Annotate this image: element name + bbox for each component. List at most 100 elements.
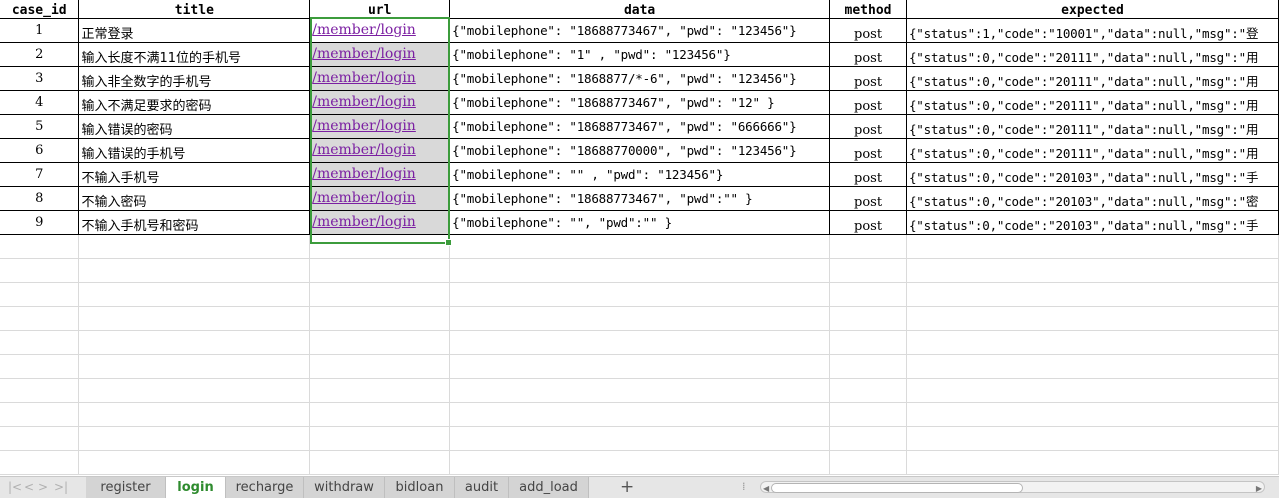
- data-cell[interactable]: {"mobilephone": "18688773467", "pwd": "1…: [449, 90, 831, 115]
- column-header-data[interactable]: data: [449, 0, 831, 19]
- first-sheet-icon[interactable]: |<: [8, 480, 22, 494]
- method-cell[interactable]: post: [829, 114, 907, 139]
- expected-cell[interactable]: {"status":0,"code":"20111","data":null,"…: [906, 66, 1279, 91]
- empty-cell[interactable]: [449, 426, 831, 451]
- title-cell[interactable]: 输入错误的密码: [78, 114, 311, 139]
- add-sheet-icon[interactable]: +: [620, 477, 634, 498]
- method-cell[interactable]: post: [829, 186, 907, 211]
- empty-cell[interactable]: [906, 378, 1279, 403]
- data-cell[interactable]: {"mobilephone": "1" , "pwd": "123456"}: [449, 42, 831, 67]
- empty-cell[interactable]: [309, 234, 451, 259]
- empty-cell[interactable]: [449, 378, 831, 403]
- data-cell[interactable]: {"mobilephone": "", "pwd":"" }: [449, 210, 831, 235]
- case-id-cell[interactable]: 5: [0, 114, 80, 139]
- empty-cell[interactable]: [0, 234, 80, 259]
- data-cell[interactable]: {"mobilephone": "1868877/*-6", "pwd": "1…: [449, 66, 831, 91]
- empty-cell[interactable]: [78, 450, 311, 475]
- empty-cell[interactable]: [309, 402, 451, 427]
- expected-cell[interactable]: {"status":0,"code":"20103","data":null,"…: [906, 186, 1279, 211]
- scrollbar-thumb[interactable]: [771, 483, 1023, 493]
- empty-cell[interactable]: [829, 450, 907, 475]
- method-cell[interactable]: post: [829, 210, 907, 235]
- data-cell[interactable]: {"mobilephone": "18688773467", "pwd": "1…: [449, 18, 831, 43]
- empty-cell[interactable]: [309, 258, 451, 283]
- sheet-tab-add-load[interactable]: add_load: [509, 477, 589, 498]
- url-cell[interactable]: /member/login: [309, 138, 451, 163]
- empty-cell[interactable]: [0, 354, 80, 379]
- empty-cell[interactable]: [309, 426, 451, 451]
- column-header-title[interactable]: title: [78, 0, 311, 19]
- method-cell[interactable]: post: [829, 90, 907, 115]
- url-cell[interactable]: /member/login: [309, 42, 451, 67]
- empty-cell[interactable]: [449, 306, 831, 331]
- sheet-tab-withdraw[interactable]: withdraw: [304, 477, 385, 498]
- method-cell[interactable]: post: [829, 162, 907, 187]
- empty-cell[interactable]: [0, 306, 80, 331]
- empty-cell[interactable]: [309, 450, 451, 475]
- data-cell[interactable]: {"mobilephone": "18688773467", "pwd":"" …: [449, 186, 831, 211]
- empty-cell[interactable]: [309, 330, 451, 355]
- title-cell[interactable]: 输入长度不满11位的手机号: [78, 42, 311, 67]
- data-cell[interactable]: {"mobilephone": "18688770000", "pwd": "1…: [449, 138, 831, 163]
- empty-cell[interactable]: [906, 354, 1279, 379]
- method-cell[interactable]: post: [829, 66, 907, 91]
- empty-cell[interactable]: [906, 282, 1279, 307]
- expected-cell[interactable]: {"status":1,"code":"10001","data":null,"…: [906, 18, 1279, 43]
- horizontal-scrollbar[interactable]: ◀ ▶: [760, 481, 1265, 493]
- scroll-left-icon[interactable]: ◀: [763, 484, 769, 493]
- empty-cell[interactable]: [906, 330, 1279, 355]
- empty-cell[interactable]: [829, 402, 907, 427]
- url-cell[interactable]: /member/login: [309, 114, 451, 139]
- expected-cell[interactable]: {"status":0,"code":"20111","data":null,"…: [906, 42, 1279, 67]
- splitter-icon[interactable]: ⁞: [742, 480, 746, 493]
- case-id-cell[interactable]: 7: [0, 162, 80, 187]
- case-id-cell[interactable]: 4: [0, 90, 80, 115]
- title-cell[interactable]: 输入非全数字的手机号: [78, 66, 311, 91]
- empty-cell[interactable]: [449, 258, 831, 283]
- empty-cell[interactable]: [0, 402, 80, 427]
- column-header-case-id[interactable]: case_id: [0, 0, 80, 19]
- title-cell[interactable]: 不输入手机号: [78, 162, 311, 187]
- empty-cell[interactable]: [906, 402, 1279, 427]
- empty-cell[interactable]: [906, 258, 1279, 283]
- expected-cell[interactable]: {"status":0,"code":"20111","data":null,"…: [906, 114, 1279, 139]
- sheet-tab-register[interactable]: register: [86, 477, 166, 498]
- title-cell[interactable]: 输入错误的手机号: [78, 138, 311, 163]
- sheet-tab-recharge[interactable]: recharge: [226, 477, 304, 498]
- empty-cell[interactable]: [78, 402, 311, 427]
- sheet-tab-login[interactable]: login: [166, 477, 226, 498]
- empty-cell[interactable]: [829, 426, 907, 451]
- method-cell[interactable]: post: [829, 42, 907, 67]
- url-cell[interactable]: /member/login: [309, 66, 451, 91]
- empty-cell[interactable]: [309, 354, 451, 379]
- column-header-url[interactable]: url: [309, 0, 451, 19]
- empty-cell[interactable]: [0, 282, 80, 307]
- empty-cell[interactable]: [829, 234, 907, 259]
- expected-cell[interactable]: {"status":0,"code":"20103","data":null,"…: [906, 162, 1279, 187]
- last-sheet-icon[interactable]: >|: [54, 480, 68, 494]
- empty-cell[interactable]: [829, 378, 907, 403]
- url-cell[interactable]: /member/login: [309, 210, 451, 235]
- case-id-cell[interactable]: 1: [0, 18, 80, 43]
- title-cell[interactable]: 不输入密码: [78, 186, 311, 211]
- title-cell[interactable]: 正常登录: [78, 18, 311, 43]
- empty-cell[interactable]: [829, 258, 907, 283]
- empty-cell[interactable]: [78, 354, 311, 379]
- empty-cell[interactable]: [449, 354, 831, 379]
- empty-cell[interactable]: [78, 258, 311, 283]
- empty-cell[interactable]: [78, 234, 311, 259]
- empty-cell[interactable]: [0, 450, 80, 475]
- title-cell[interactable]: 输入不满足要求的密码: [78, 90, 311, 115]
- method-cell[interactable]: post: [829, 138, 907, 163]
- expected-cell[interactable]: {"status":0,"code":"20111","data":null,"…: [906, 138, 1279, 163]
- empty-cell[interactable]: [0, 258, 80, 283]
- empty-cell[interactable]: [829, 354, 907, 379]
- empty-cell[interactable]: [309, 306, 451, 331]
- empty-cell[interactable]: [78, 306, 311, 331]
- empty-cell[interactable]: [829, 282, 907, 307]
- next-sheet-icon[interactable]: >: [38, 480, 48, 494]
- case-id-cell[interactable]: 6: [0, 138, 80, 163]
- column-header-method[interactable]: method: [829, 0, 907, 19]
- method-cell[interactable]: post: [829, 18, 907, 43]
- empty-cell[interactable]: [449, 282, 831, 307]
